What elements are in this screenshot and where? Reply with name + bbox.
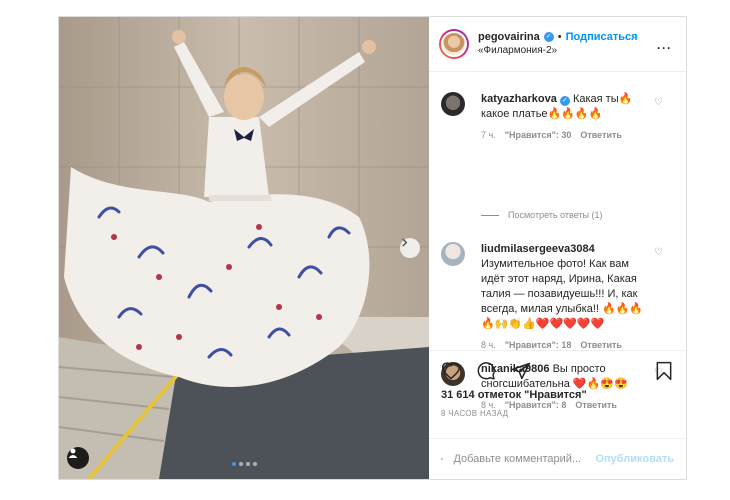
post-actions: 31 614 отметок "Нравится" 8 ЧАСОВ НАЗАД — [429, 350, 686, 438]
reply-button[interactable]: Ответить — [580, 130, 622, 140]
comment-icon[interactable] — [476, 361, 496, 381]
author-username[interactable]: pegovairina — [478, 30, 540, 44]
post-location[interactable]: «Филармония-2» — [478, 44, 638, 58]
view-replies-button[interactable]: Посмотреть ответы (1) — [481, 210, 603, 220]
carousel-dot — [231, 462, 236, 466]
author-avatar[interactable] — [439, 29, 469, 59]
comment-time: 8 ч. — [481, 340, 496, 350]
add-comment-bar: Опубликовать — [429, 438, 686, 479]
heart-icon[interactable]: ♡ — [654, 97, 663, 108]
share-icon[interactable] — [511, 361, 531, 381]
verified-badge-icon: ✓ — [559, 95, 570, 106]
post-card: pegovairina ✓ • Подписаться «Филармония-… — [58, 16, 687, 480]
carousel-dot — [238, 462, 243, 466]
next-arrow-icon — [402, 238, 408, 247]
heart-icon[interactable]: ♡ — [654, 247, 663, 258]
comment-username[interactable]: katyazharkova — [481, 93, 557, 105]
comment-text: Изумительное фото! Как вам идёт этот нар… — [481, 258, 644, 330]
post-sidebar: pegovairina ✓ • Подписаться «Филармония-… — [429, 17, 686, 479]
comment-likes[interactable]: "Нравится": 30 — [505, 130, 572, 140]
comments-list: katyazharkova ✓ Какая ты🔥 какое платье🔥🔥… — [429, 72, 686, 410]
user-tag-icon — [68, 448, 78, 458]
post-photo[interactable] — [59, 17, 429, 479]
comment-meta: 7 ч. "Нравится": 30 Ответить — [481, 130, 675, 140]
carousel-indicators — [59, 462, 429, 466]
comment-username[interactable]: liudmilasergeeva3084 — [481, 243, 595, 255]
verified-badge-icon: ✓ — [543, 32, 554, 42]
next-slide-button[interactable] — [400, 238, 420, 258]
follow-button[interactable]: Подписаться — [566, 30, 638, 44]
smile-icon[interactable] — [441, 449, 444, 469]
publish-button[interactable]: Опубликовать — [595, 453, 674, 465]
comment-item: katyazharkova ✓ Какая ты🔥 какое платье🔥🔥… — [441, 92, 675, 140]
reply-button[interactable]: Ответить — [580, 340, 622, 350]
commenter-avatar[interactable] — [441, 92, 465, 116]
bookmark-icon[interactable] — [654, 361, 674, 381]
comment-likes[interactable]: "Нравится": 18 — [505, 340, 572, 350]
carousel-dot — [252, 462, 257, 466]
more-options-icon[interactable]: ··· — [657, 41, 672, 55]
heart-icon[interactable] — [441, 361, 461, 381]
likes-count[interactable]: 31 614 отметок "Нравится" — [441, 389, 587, 401]
comment-input[interactable] — [453, 453, 596, 465]
post-time: 8 ЧАСОВ НАЗАД — [441, 409, 509, 418]
comment-item: liudmilasergeeva3084 Изумительное фото! … — [441, 242, 675, 350]
comment-meta: 8 ч. "Нравится": 18 Ответить — [481, 340, 675, 350]
commenter-avatar[interactable] — [441, 242, 465, 266]
comment-time: 7 ч. — [481, 130, 496, 140]
photo-illustration — [59, 17, 429, 479]
post-header: pegovairina ✓ • Подписаться «Филармония-… — [429, 17, 686, 72]
carousel-dot — [245, 462, 250, 466]
